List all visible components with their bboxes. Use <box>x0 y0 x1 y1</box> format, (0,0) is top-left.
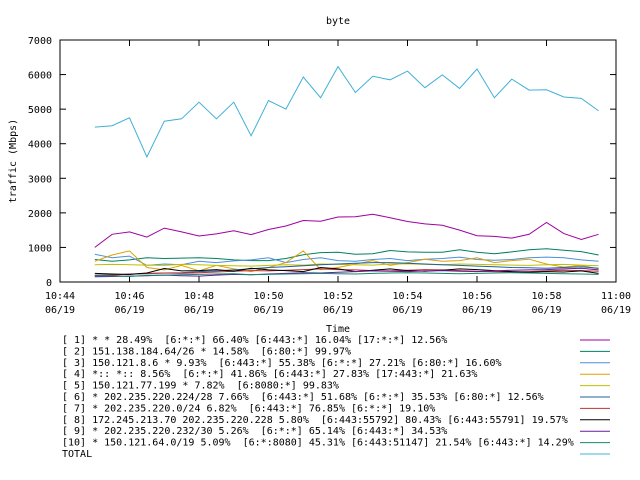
legend-label: [ 3] 150.121.8.6 * 9.93% [6:443:*] 55.38… <box>62 358 502 369</box>
y-tick-label: 2000 <box>28 209 52 220</box>
y-tick-label: 1000 <box>28 243 52 254</box>
x-tick-label: 10:46 <box>114 291 144 302</box>
x-tick-date: 06/19 <box>184 305 214 316</box>
x-tick-label: 11:00 <box>601 291 631 302</box>
y-tick-label: 3000 <box>28 174 52 185</box>
legend-label: [10] * 150.121.64.0/19 5.09% [6:*:8080] … <box>62 438 574 449</box>
y-axis: 0 1000 2000 3000 4000 5000 6000 7000 <box>28 36 616 289</box>
legend-label: [ 8] 172.245.213.70 202.235.220.228 5.80… <box>62 415 568 426</box>
x-tick-date: 06/19 <box>253 305 283 316</box>
legend-label: [ 4] *:: *:: 8.56% [6:*:*] 41.86% [6:443… <box>62 369 477 380</box>
x-tick-date: 06/19 <box>114 305 144 316</box>
x-tick-label: 10:48 <box>184 291 214 302</box>
x-tick-label: 10:54 <box>392 291 422 302</box>
x-axis-label: Time <box>326 324 350 335</box>
x-tick-date: 06/19 <box>462 305 492 316</box>
x-tick-date: 06/19 <box>601 305 631 316</box>
legend-label: [ 1] * * 28.49% [6:*:*] 66.40% [6:443:*]… <box>62 335 447 346</box>
x-tick-label: 10:52 <box>323 291 353 302</box>
x-tick-date: 06/19 <box>531 305 561 316</box>
legend-label: TOTAL <box>62 449 92 460</box>
x-tick-date: 06/19 <box>45 305 75 316</box>
y-tick-label: 7000 <box>28 36 52 47</box>
legend-label: [ 2] 151.138.184.64/26 * 14.58% [6:80:*]… <box>62 346 351 357</box>
legend: [ 1] * * 28.49% [6:*:*] 66.40% [6:443:*]… <box>62 335 610 460</box>
plot-frame <box>59 39 617 283</box>
y-tick-label: 6000 <box>28 71 52 82</box>
x-tick-date: 06/19 <box>392 305 422 316</box>
y-tick-label: 0 <box>46 278 52 289</box>
legend-label: [ 7] * 202.235.220.0/24 6.82% [6:443:*] … <box>62 403 435 414</box>
legend-label: [ 6] * 202.235.220.224/28 7.66% [6:443:*… <box>62 392 544 403</box>
series-line-1 <box>94 213 599 248</box>
y-tick-label: 4000 <box>28 140 52 151</box>
x-tick-label: 10:56 <box>462 291 492 302</box>
traffic-chart: byte traffic (Mbps) Time 0 1000 2000 3000 40… <box>8 16 631 460</box>
series-line-total <box>94 65 599 159</box>
y-axis-label: traffic (Mbps) <box>8 119 19 203</box>
x-tick-label: 10:58 <box>531 291 561 302</box>
x-tick-label: 10:44 <box>45 291 75 302</box>
legend-label: [ 5] 150.121.77.199 * 7.82% [6:8080:*] 9… <box>62 381 339 392</box>
x-tick-label: 10:50 <box>253 291 283 302</box>
series-lines <box>94 65 599 278</box>
x-tick-date: 06/19 <box>323 305 353 316</box>
legend-label: [ 9] * 202.235.220.232/30 5.26% [6:*:*] … <box>62 426 447 437</box>
y-tick-label: 5000 <box>28 105 52 116</box>
chart-title: byte <box>326 16 350 27</box>
